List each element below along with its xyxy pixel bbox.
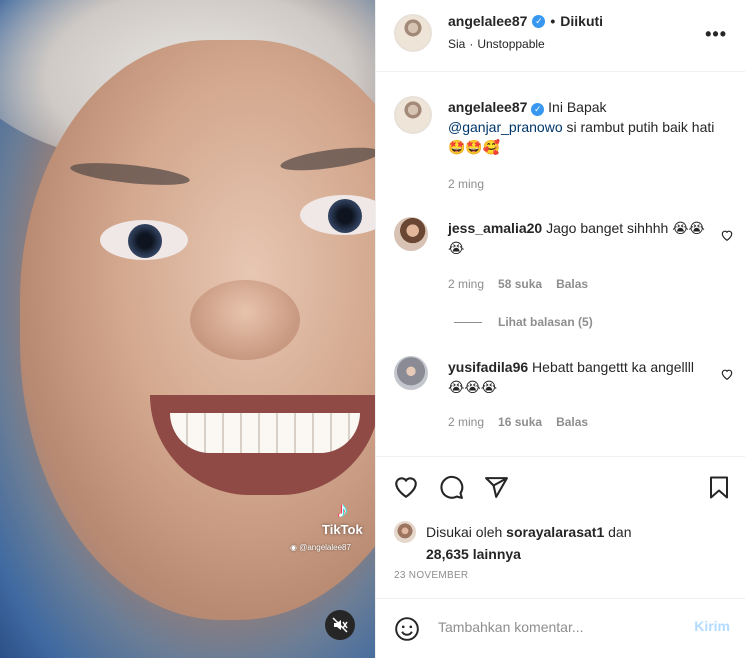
like-heart-icon[interactable] <box>393 475 419 499</box>
comment-like-count[interactable]: 58 suka <box>498 277 542 291</box>
caption-text: angelalee87 ✓ Ini Bapak @ganjar_pranowo … <box>448 97 723 157</box>
post-date[interactable]: 23 NOVEMBER <box>394 570 468 581</box>
emoji-icon[interactable] <box>394 616 420 642</box>
separator-dot: • <box>550 13 556 29</box>
tiktok-handle-text: @angelalee87 <box>299 543 351 552</box>
comment-input[interactable] <box>438 616 678 638</box>
author-username[interactable]: angelalee87 <box>448 13 527 29</box>
liker-avatar[interactable] <box>394 521 416 543</box>
post-details-panel: angelalee87 ✓ • Diikuti Sia · Unstoppabl… <box>375 0 745 658</box>
likes-summary: Disukai oleh sorayalarasat1 dan 28,635 l… <box>426 521 686 565</box>
post-comment-button[interactable]: Kirim <box>694 618 730 634</box>
media-nose <box>190 280 300 360</box>
comment-username[interactable]: yusifadila96 <box>448 359 528 375</box>
comment-time[interactable]: 2 ming <box>448 415 484 429</box>
comment-meta: 2 ming 58 suka Balas <box>448 277 588 291</box>
liker-username[interactable]: sorayalarasat1 <box>506 524 604 540</box>
tiktok-icon: ♪ <box>336 497 348 522</box>
comment-reply-button[interactable]: Balas <box>556 415 588 429</box>
comment-like-icon[interactable] <box>720 228 734 242</box>
comment-avatar[interactable] <box>394 356 428 390</box>
comment-icon[interactable] <box>439 475 464 500</box>
audio-title: Unstoppable <box>477 37 545 51</box>
tiktok-handle: ◉ @angelalee87 <box>290 543 351 552</box>
comment-meta: 2 ming 16 suka Balas <box>448 415 588 429</box>
author-row: angelalee87 ✓ • Diikuti <box>448 13 603 29</box>
caption-meta: 2 ming <box>448 177 484 191</box>
comment-username[interactable]: jess_amalia20 <box>448 220 542 236</box>
mute-icon <box>332 617 348 633</box>
following-button[interactable]: Diikuti <box>560 13 603 29</box>
comment-avatar[interactable] <box>394 217 428 251</box>
post-media[interactable]: ♪ TikTok ◉ @angelalee87 <box>0 0 375 658</box>
comments-section[interactable]: angelalee87 ✓ Ini Bapak @ganjar_pranowo … <box>376 73 745 456</box>
add-comment-bar: Kirim <box>376 598 745 657</box>
more-options-icon[interactable]: ••• <box>705 24 727 45</box>
verified-badge-icon: ✓ <box>531 102 545 116</box>
post-header: angelalee87 ✓ • Diikuti Sia · Unstoppabl… <box>376 0 745 72</box>
caption-username[interactable]: angelalee87 <box>448 99 527 115</box>
audio-artist: Sia <box>448 37 466 51</box>
view-replies-label: Lihat balasan (5) <box>498 315 593 329</box>
tiktok-brand-label: TikTok <box>322 522 363 537</box>
view-replies-button[interactable]: Lihat balasan (5) <box>454 315 593 329</box>
mute-button[interactable] <box>325 610 355 640</box>
comment-like-count[interactable]: 16 suka <box>498 415 542 429</box>
audio-info[interactable]: Sia · Unstoppable <box>448 37 545 51</box>
verified-badge-icon: ✓ <box>532 14 546 28</box>
caption-mention-link[interactable]: @ganjar_pranowo <box>448 119 563 135</box>
comment-time[interactable]: 2 ming <box>448 277 484 291</box>
caption-time[interactable]: 2 ming <box>448 177 484 191</box>
user-icon: ◉ <box>290 543 297 552</box>
caption-text-part1: Ini Bapak <box>548 99 607 115</box>
caption-avatar[interactable] <box>394 96 432 134</box>
author-avatar[interactable] <box>394 14 432 52</box>
likes-and: dan <box>608 524 632 540</box>
comment-reply-button[interactable]: Balas <box>556 277 588 291</box>
share-icon[interactable] <box>484 475 509 500</box>
post-actions: Disukai oleh sorayalarasat1 dan 28,635 l… <box>376 456 745 656</box>
audio-separator: · <box>469 37 474 51</box>
media-eye-left <box>100 220 188 260</box>
tiktok-watermark: ♪ TikTok <box>322 497 363 538</box>
likes-count[interactable]: 28,635 lainnya <box>426 546 521 562</box>
comment-text: jess_amalia20 Jago banget sihhhh 😭😭😭 <box>448 218 708 258</box>
comment-text: yusifadila96 Hebatt bangettt ka angellll… <box>448 357 708 397</box>
likes-prefix: Disukai oleh <box>426 524 503 540</box>
comment-like-icon[interactable] <box>720 367 734 381</box>
save-bookmark-icon[interactable] <box>709 475 729 500</box>
replies-divider <box>454 321 482 323</box>
